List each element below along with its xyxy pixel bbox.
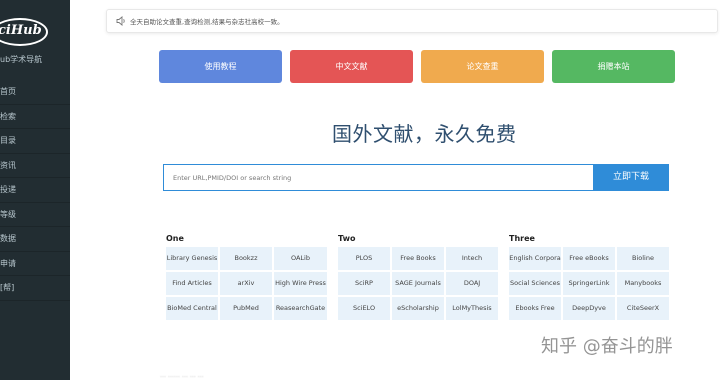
sidebar-item-submit[interactable]: 投递 [0, 178, 70, 203]
link-high-wire-press[interactable]: High Wire Press [274, 272, 327, 295]
link-citeseerx[interactable]: CiteSeerX [617, 297, 669, 320]
link-manybooks[interactable]: Manybooks [617, 272, 669, 295]
link-group-one: One Library Genesis Bookzz OALib Find Ar… [166, 234, 327, 320]
footer-text: … …… … … … [160, 372, 204, 379]
link-library-genesis[interactable]: Library Genesis [166, 247, 218, 270]
link-plos[interactable]: PLOS [338, 247, 390, 270]
link-scirp[interactable]: SciRP [338, 272, 390, 295]
link-free-ebooks[interactable]: Free eBooks [563, 247, 615, 270]
link-group-two: Two PLOS Free Books Intech SciRP SAGE Jo… [338, 234, 498, 320]
sidebar: ciHub ub学术导航 首页 检索 目录 资讯 投递 等级 数据 申请 [帮] [0, 0, 70, 380]
sidebar-nav: 首页 检索 目录 资讯 投递 等级 数据 申请 [帮] [0, 80, 70, 301]
link-sage-journals[interactable]: SAGE Journals [392, 272, 444, 295]
site-logo[interactable]: ciHub [0, 18, 48, 46]
link-find-articles[interactable]: Find Articles [166, 272, 218, 295]
page-headline: 国外文献，永久免费 [332, 122, 517, 146]
link-group-three: Three English Corpora Free eBooks Biolin… [509, 234, 669, 320]
link-oalib[interactable]: OALib [274, 247, 327, 270]
link-grid: English Corpora Free eBooks Bioline Soci… [509, 247, 669, 320]
link-grid: Library Genesis Bookzz OALib Find Articl… [166, 247, 327, 320]
link-intech[interactable]: Intech [446, 247, 498, 270]
sidebar-item-rank[interactable]: 等级 [0, 203, 70, 227]
sidebar-item-catalog[interactable]: 目录 [0, 129, 70, 154]
zhihu-watermark: 知乎 @奋斗的胖 [541, 336, 673, 357]
tutorial-button[interactable]: 使用教程 [159, 50, 282, 83]
notice-bar: 全天自助论文查重,查询检测,结果与杂志社高校一致。 [106, 9, 718, 33]
chinese-literature-button[interactable]: 中文文献 [290, 50, 413, 83]
sidebar-item-help[interactable]: [帮] [0, 276, 70, 301]
link-grid: PLOS Free Books Intech SciRP SAGE Journa… [338, 247, 498, 320]
donate-button[interactable]: 捐赠本站 [552, 50, 675, 83]
link-lolmythesis[interactable]: LolMyThesis [446, 297, 498, 320]
sidebar-item-news[interactable]: 资讯 [0, 154, 70, 178]
link-scielo[interactable]: SciELO [338, 297, 390, 320]
notice-text: 全天自助论文查重,查询检测,结果与杂志社高校一致。 [130, 18, 284, 26]
logo-text: ciHub [0, 23, 42, 38]
group-title: One [166, 234, 184, 243]
sidebar-item-data[interactable]: 数据 [0, 227, 70, 252]
link-escholarship[interactable]: eScholarship [392, 297, 444, 320]
link-doaj[interactable]: DOAJ [446, 272, 498, 295]
link-biomed-central[interactable]: BioMed Central [166, 297, 218, 320]
paper-check-button[interactable]: 论文查重 [421, 50, 544, 83]
site-subtitle: ub学术导航 [0, 55, 43, 64]
sidebar-item-search[interactable]: 检索 [0, 105, 70, 129]
link-pubmed[interactable]: PubMed [220, 297, 272, 320]
link-arxiv[interactable]: arXiv [220, 272, 272, 295]
group-title: Three [509, 234, 535, 243]
link-english-corpora[interactable]: English Corpora [509, 247, 561, 270]
link-ebooks-free[interactable]: Ebooks Free [509, 297, 561, 320]
search-input[interactable] [163, 164, 594, 191]
link-free-books[interactable]: Free Books [392, 247, 444, 270]
link-bioline[interactable]: Bioline [617, 247, 669, 270]
link-springerlink[interactable]: SpringerLink [563, 272, 615, 295]
group-title: Two [338, 234, 356, 243]
link-deepdyve[interactable]: DeepDyve [563, 297, 615, 320]
link-researchgate[interactable]: ReasearchGate [274, 297, 327, 320]
speaker-icon [116, 16, 125, 26]
download-button[interactable]: 立即下载 [593, 164, 669, 191]
link-social-sciences[interactable]: Social Sciences [509, 272, 561, 295]
sidebar-item-apply[interactable]: 申请 [0, 252, 70, 276]
sidebar-item-home[interactable]: 首页 [0, 80, 70, 105]
link-bookzz[interactable]: Bookzz [220, 247, 272, 270]
